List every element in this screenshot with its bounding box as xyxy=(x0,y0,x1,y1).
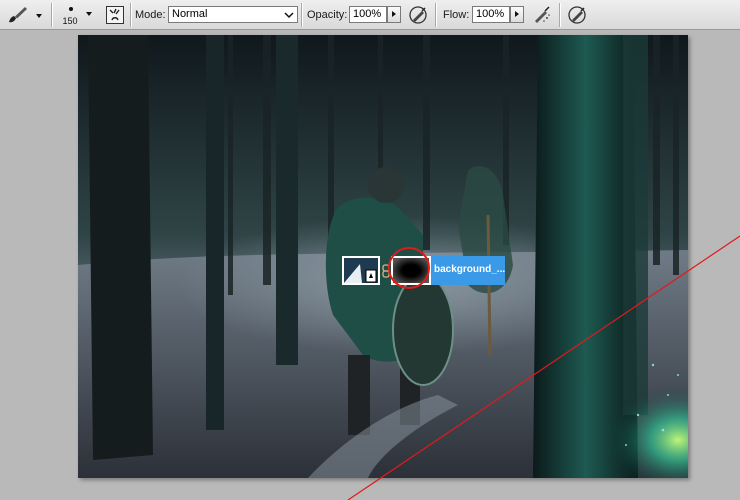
brush-size-label: 150 xyxy=(62,16,78,26)
separator xyxy=(130,3,132,27)
separator xyxy=(435,3,437,27)
chevron-down-icon xyxy=(36,14,42,18)
separator xyxy=(51,3,53,27)
brush-icon xyxy=(9,7,27,23)
mode-select[interactable]: Normal xyxy=(168,6,298,23)
tool-preset-picker[interactable] xyxy=(6,4,44,26)
flow-label: Flow: xyxy=(443,9,470,21)
layer-thumbnail-image xyxy=(344,258,378,283)
dragged-layer-row[interactable]: background_... xyxy=(342,256,505,285)
layer-mask-thumbnail xyxy=(391,256,431,285)
flow-slider-button[interactable] xyxy=(510,6,524,23)
pressure-opacity-button[interactable] xyxy=(407,4,429,26)
flow-input[interactable]: 100% xyxy=(472,6,510,23)
mode-value: Normal xyxy=(172,8,208,20)
separator xyxy=(559,3,561,27)
airbrush-icon xyxy=(535,6,550,23)
toggle-brush-panel-button[interactable] xyxy=(104,4,126,26)
opacity-slider-button[interactable] xyxy=(387,6,401,23)
pressure-size-icon xyxy=(568,6,586,24)
brush-tip-icon xyxy=(69,7,73,11)
link-chain-icon xyxy=(382,264,390,278)
brush-preset-picker[interactable]: 150 xyxy=(56,0,96,30)
pressure-size-button[interactable] xyxy=(566,4,588,26)
chevron-down-icon xyxy=(86,12,92,16)
airbrush-button[interactable] xyxy=(531,4,553,26)
layer-mask-image xyxy=(393,258,429,283)
pressure-opacity-icon xyxy=(409,6,427,24)
opacity-label: Opacity: xyxy=(307,9,348,21)
chevron-down-icon xyxy=(284,12,294,19)
separator xyxy=(301,3,303,27)
opacity-input[interactable]: 100% xyxy=(349,6,387,23)
mode-label: Mode: xyxy=(135,9,166,21)
brush-panel-icon xyxy=(106,6,124,24)
layer-name: background_... xyxy=(434,264,506,275)
layer-thumbnail xyxy=(342,256,380,285)
options-bar: 150 Mode: Normal Opacity: 100% Flow: 100… xyxy=(0,0,740,30)
